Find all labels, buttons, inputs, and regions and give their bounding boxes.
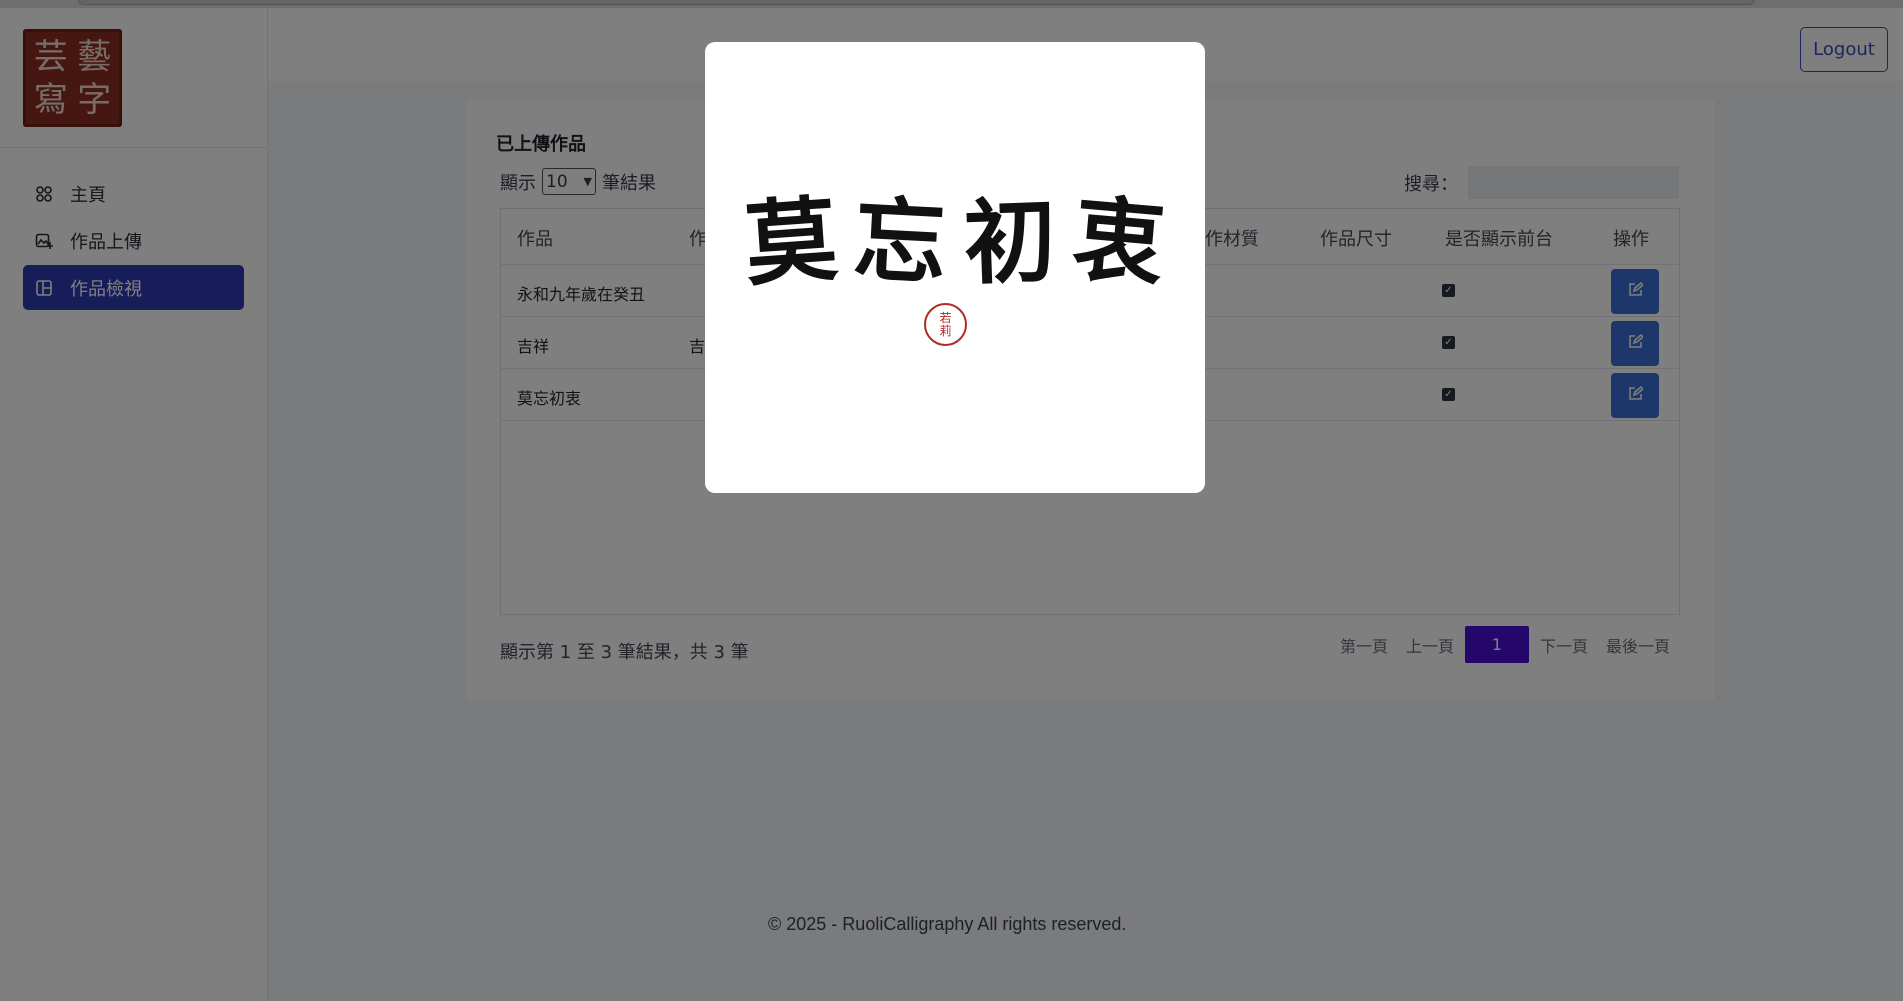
artwork-char: 忘 <box>851 185 950 299</box>
artwork-preview-modal: 莫 忘 初 衷 若 莉 <box>705 42 1205 493</box>
artwork-char: 初 <box>961 186 1058 298</box>
seal-char: 莉 <box>939 323 952 338</box>
modal-backdrop[interactable]: 莫 忘 初 衷 若 莉 <box>0 0 1903 1001</box>
artist-seal: 若 莉 <box>924 303 967 346</box>
calligraphy-artwork: 莫 忘 初 衷 <box>741 172 1169 312</box>
artwork-char: 衷 <box>1068 184 1170 300</box>
seal-char: 若 <box>939 310 952 325</box>
artwork-char: 莫 <box>741 184 841 300</box>
